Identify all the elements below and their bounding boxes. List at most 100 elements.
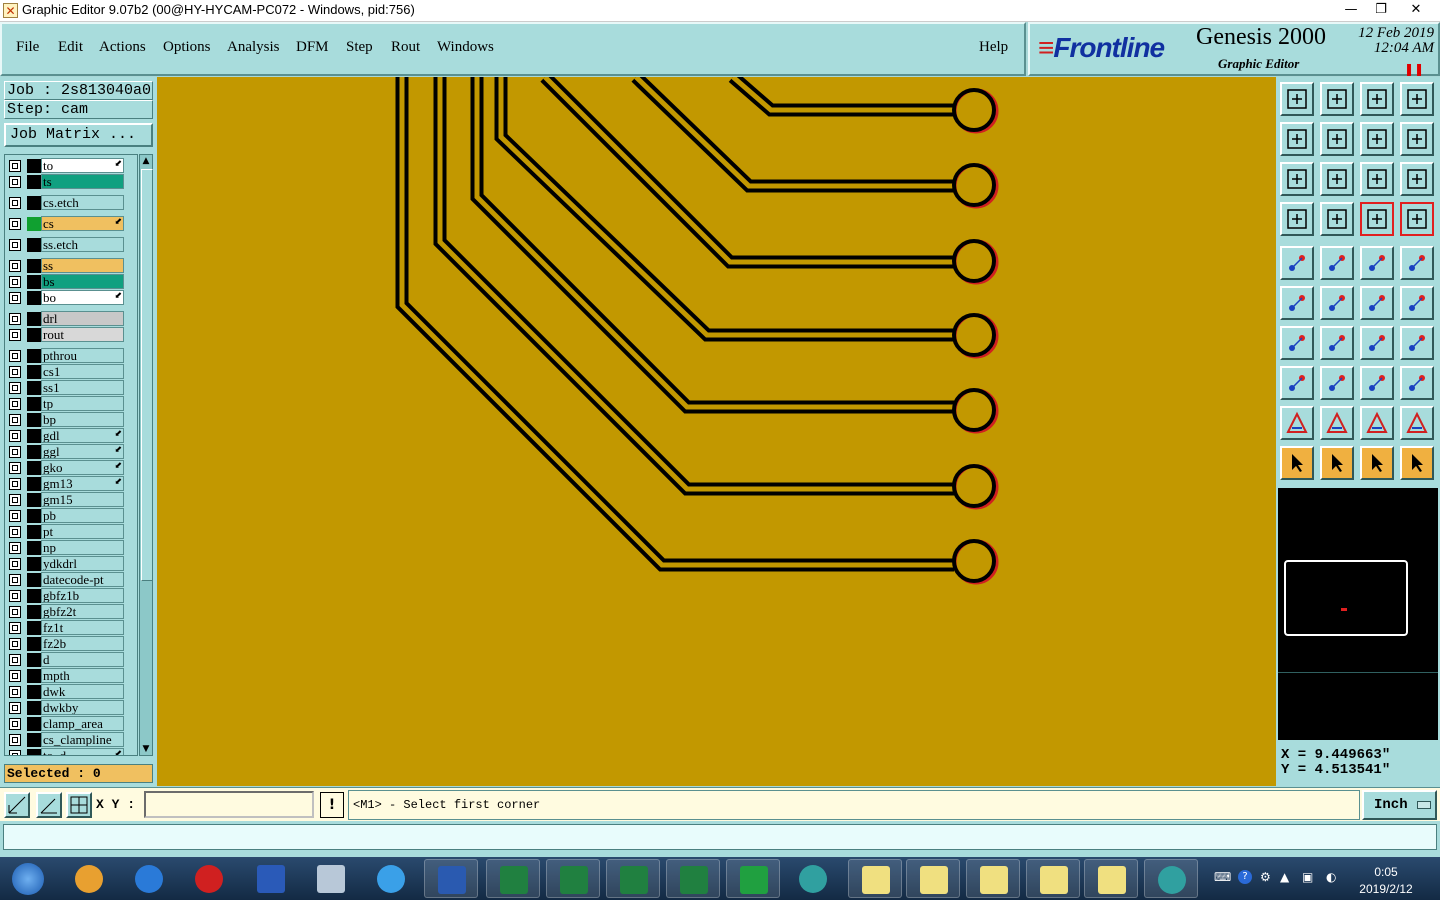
layer-row[interactable]: gko ⬋	[5, 460, 137, 476]
layer-color-swatch[interactable]	[27, 259, 41, 273]
taskbar-genesis-4[interactable]	[1026, 859, 1080, 898]
redraw-button[interactable]	[1400, 122, 1434, 156]
layer-color-swatch[interactable]	[27, 749, 41, 755]
taskbar-app-excel-3[interactable]	[606, 859, 660, 898]
taskbar-app-bird[interactable]	[364, 859, 418, 898]
layer-name[interactable]: drl	[41, 311, 124, 326]
layer-list-scrollbar[interactable]: ▲ ▼	[139, 154, 153, 756]
select-circle-button[interactable]	[1360, 446, 1394, 480]
xy-input[interactable]	[144, 791, 314, 818]
tray-settings-icon[interactable]: ⚙	[1260, 870, 1271, 884]
layer-checkbox[interactable]	[9, 558, 21, 570]
layer-row[interactable]: gm15	[5, 492, 137, 508]
layer-name[interactable]: tp	[41, 396, 124, 411]
mirror-button[interactable]	[1400, 326, 1434, 360]
layer-row[interactable]: ss1	[5, 380, 137, 396]
layer-checkbox[interactable]	[9, 638, 21, 650]
layer-row[interactable]: gdl ⬋	[5, 428, 137, 444]
layer-color-swatch[interactable]	[27, 275, 41, 289]
layer-name[interactable]: np	[41, 540, 124, 555]
layer-name[interactable]: pthrou	[41, 348, 124, 363]
layer-row[interactable]: gbfz2t	[5, 604, 137, 620]
layer-color-swatch[interactable]	[27, 557, 41, 571]
layer-row[interactable]: to ⬋	[5, 158, 137, 174]
layer-checkbox[interactable]	[9, 606, 21, 618]
layer-row[interactable]: pthrou	[5, 348, 137, 364]
layer-checkbox[interactable]	[9, 160, 21, 172]
taskbar-clock[interactable]: 0:05 2019/2/12	[1352, 864, 1420, 898]
layer-name[interactable]: ggl	[41, 444, 124, 459]
layer-name[interactable]: ss.etch	[41, 237, 124, 252]
layer-checkbox[interactable]	[9, 350, 21, 362]
layer-compare-button[interactable]	[1360, 202, 1394, 236]
layer-color-swatch[interactable]	[27, 621, 41, 635]
graphic-canvas[interactable]	[157, 77, 1276, 786]
layer-checkbox[interactable]	[9, 526, 21, 538]
pan-left-button[interactable]	[1280, 122, 1314, 156]
layer-name[interactable]: gdl	[41, 428, 124, 443]
menu-help[interactable]: Help	[979, 39, 1008, 56]
layer-name[interactable]: gm15	[41, 492, 124, 507]
layer-name[interactable]: fz1t	[41, 620, 124, 635]
layer-row[interactable]: ss.etch	[5, 237, 137, 253]
keyboard-icon[interactable]: ⌨	[1214, 870, 1231, 884]
layer-checkbox[interactable]	[9, 574, 21, 586]
layer-name[interactable]: to	[41, 158, 124, 173]
layer-color-swatch[interactable]	[27, 312, 41, 326]
text-arrow-button[interactable]	[1320, 406, 1354, 440]
layer-color-swatch[interactable]	[27, 159, 41, 173]
taskbar-app-eye-2[interactable]	[1144, 859, 1198, 898]
close-button[interactable]: ✕	[1398, 0, 1434, 20]
layer-row[interactable]: cs.etch	[5, 195, 137, 211]
layer-name[interactable]: bp	[41, 412, 124, 427]
layer-row[interactable]: ggl ⬋	[5, 444, 137, 460]
layer-checkbox[interactable]	[9, 176, 21, 188]
grid-mode-button[interactable]	[66, 792, 92, 818]
add-line-2-button[interactable]	[1400, 286, 1434, 320]
layer-color-swatch[interactable]	[27, 381, 41, 395]
layer-checkbox[interactable]	[9, 276, 21, 288]
layer-color-swatch[interactable]	[27, 291, 41, 305]
taskbar-app-doc[interactable]	[304, 859, 358, 898]
maximize-button[interactable]: ❐	[1366, 0, 1396, 20]
layer-name[interactable]: to_d	[41, 748, 124, 755]
taskbar-app-shell[interactable]	[62, 859, 116, 898]
job-matrix-button[interactable]: Job Matrix ...	[4, 123, 153, 147]
layer-checkbox[interactable]	[9, 260, 21, 272]
layer-row[interactable]: gm13 ⬋	[5, 476, 137, 492]
layer-checkbox[interactable]	[9, 239, 21, 251]
layer-row[interactable]: bs	[5, 274, 137, 290]
layer-row[interactable]: cs_clampline	[5, 732, 137, 748]
layer-color-swatch[interactable]	[27, 397, 41, 411]
layer-checkbox[interactable]	[9, 510, 21, 522]
layer-name[interactable]: cs1	[41, 364, 124, 379]
layer-row[interactable]: cs1	[5, 364, 137, 380]
layer-checkbox[interactable]	[9, 702, 21, 714]
layer-row[interactable]: ydkdrl	[5, 556, 137, 572]
layer-checkbox[interactable]	[9, 218, 21, 230]
units-selector[interactable]: Inch	[1362, 790, 1437, 820]
layer-name[interactable]: fz2b	[41, 636, 124, 651]
layer-row[interactable]: bo ⬋	[5, 290, 137, 306]
layer-name[interactable]: bo	[41, 290, 124, 305]
layer-color-swatch[interactable]	[27, 217, 41, 231]
layer-row[interactable]: clamp_area	[5, 716, 137, 732]
grid-toggle-button[interactable]	[1320, 202, 1354, 236]
layer-color-swatch[interactable]	[27, 653, 41, 667]
delete-node-button[interactable]	[1320, 286, 1354, 320]
scroll-down-arrow[interactable]: ▼	[140, 743, 152, 755]
menu-windows[interactable]: Windows	[437, 39, 494, 56]
layer-checkbox[interactable]	[9, 542, 21, 554]
scroll-thumb[interactable]	[141, 169, 153, 581]
layer-color-swatch[interactable]	[27, 175, 41, 189]
zoom-back-button[interactable]	[1360, 122, 1394, 156]
taskbar-app-excel-4[interactable]	[666, 859, 720, 898]
menu-edit[interactable]: Edit	[58, 39, 83, 56]
slope-button[interactable]	[1320, 326, 1354, 360]
layer-name[interactable]: dwk	[41, 684, 124, 699]
layer-row[interactable]: gbfz1b	[5, 588, 137, 604]
volume-icon[interactable]: ◐	[1326, 870, 1336, 884]
layer-color-swatch[interactable]	[27, 685, 41, 699]
layer-row[interactable]: mpth	[5, 668, 137, 684]
text-up-2-button[interactable]	[1400, 406, 1434, 440]
